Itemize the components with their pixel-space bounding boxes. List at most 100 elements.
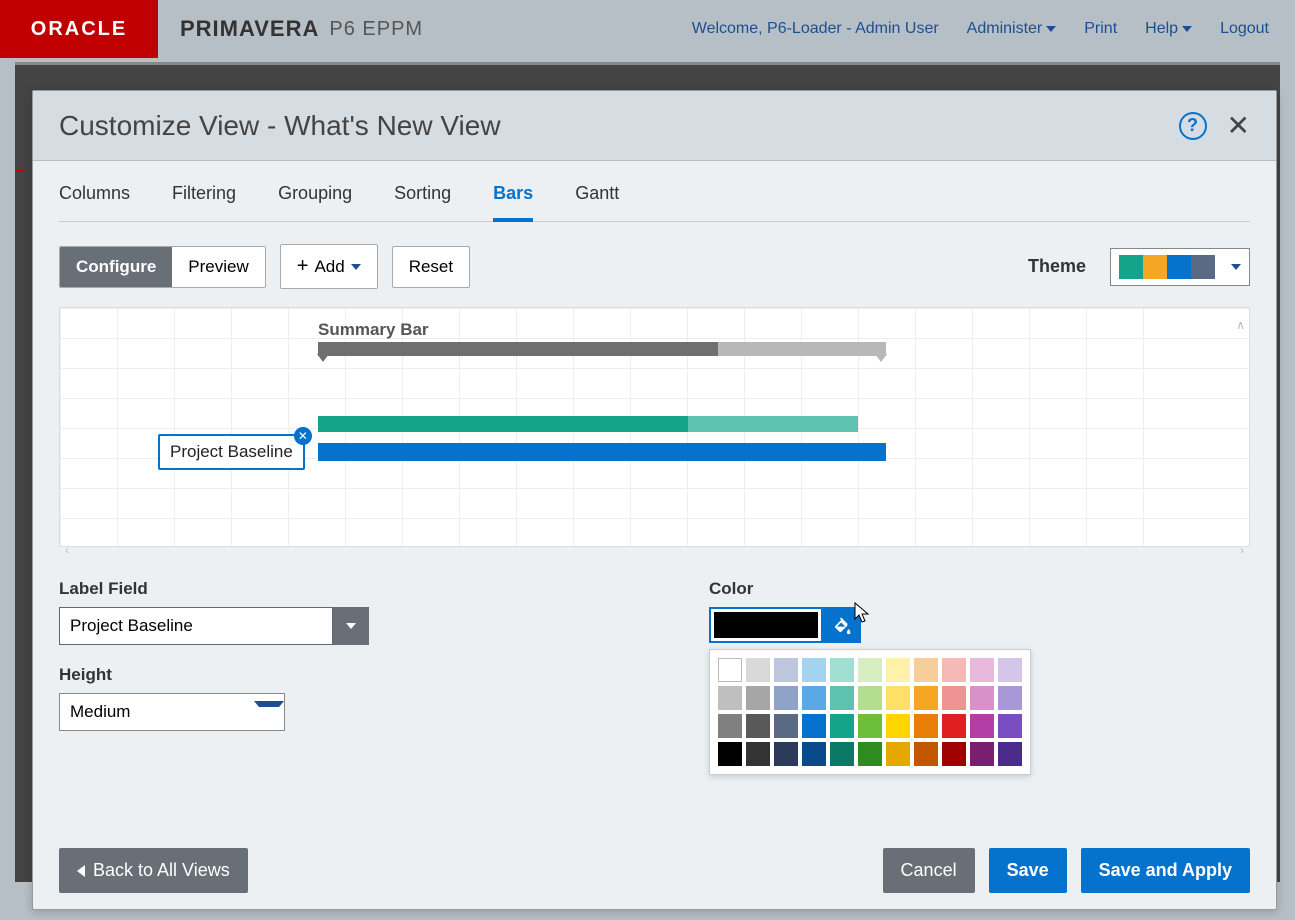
color-swatch[interactable] bbox=[830, 742, 854, 766]
color-swatch[interactable] bbox=[774, 714, 798, 738]
close-icon[interactable]: ✕ bbox=[1227, 109, 1250, 142]
accent-bar bbox=[15, 169, 23, 172]
tab-sorting[interactable]: Sorting bbox=[394, 183, 451, 221]
gantt-preview: Summary Bar Project Baseline ✕ ∧ bbox=[59, 307, 1250, 547]
bar-label-chip[interactable]: Project Baseline ✕ bbox=[158, 434, 305, 470]
theme-swatch-2 bbox=[1143, 255, 1167, 279]
brand-sub: P6 EPPM bbox=[329, 18, 423, 41]
baseline-bar[interactable] bbox=[318, 443, 886, 461]
save-and-apply-button[interactable]: Save and Apply bbox=[1081, 848, 1250, 893]
color-swatch[interactable] bbox=[886, 686, 910, 710]
color-picker-button[interactable] bbox=[823, 607, 861, 643]
color-swatch[interactable] bbox=[746, 714, 770, 738]
print-link[interactable]: Print bbox=[1084, 20, 1117, 38]
scroll-left-icon[interactable]: ‹ bbox=[65, 543, 69, 557]
scroll-up-icon[interactable]: ∧ bbox=[1236, 318, 1245, 332]
color-swatch[interactable] bbox=[914, 714, 938, 738]
color-swatch[interactable] bbox=[858, 658, 882, 682]
color-label: Color bbox=[709, 579, 1031, 599]
color-swatch[interactable] bbox=[774, 742, 798, 766]
help-icon[interactable]: ? bbox=[1179, 112, 1207, 140]
color-swatch[interactable] bbox=[914, 658, 938, 682]
tab-gantt[interactable]: Gantt bbox=[575, 183, 619, 221]
color-swatch[interactable] bbox=[774, 686, 798, 710]
color-swatch[interactable] bbox=[914, 742, 938, 766]
color-swatch[interactable] bbox=[802, 658, 826, 682]
color-swatch[interactable] bbox=[998, 686, 1022, 710]
color-swatch[interactable] bbox=[886, 658, 910, 682]
color-swatch[interactable] bbox=[942, 742, 966, 766]
color-swatch[interactable] bbox=[718, 658, 742, 682]
global-header: ORACLE PRIMAVERA P6 EPPM Welcome, P6-Loa… bbox=[0, 0, 1295, 58]
summary-bar[interactable] bbox=[318, 342, 886, 356]
label-field-dropdown-button[interactable] bbox=[333, 607, 369, 645]
color-swatch[interactable] bbox=[718, 714, 742, 738]
header-right: Welcome, P6-Loader - Admin User Administ… bbox=[692, 0, 1295, 58]
configure-button[interactable]: Configure bbox=[60, 247, 172, 287]
tab-bars[interactable]: Bars bbox=[493, 183, 533, 222]
color-swatch[interactable] bbox=[858, 714, 882, 738]
modal-body: Columns Filtering Grouping Sorting Bars … bbox=[33, 161, 1276, 797]
reset-button[interactable]: Reset bbox=[392, 246, 470, 288]
add-button[interactable]: + Add bbox=[280, 244, 378, 289]
caret-down-icon bbox=[351, 264, 361, 270]
color-swatch[interactable] bbox=[970, 714, 994, 738]
tab-columns[interactable]: Columns bbox=[59, 183, 130, 221]
color-swatch[interactable] bbox=[774, 658, 798, 682]
theme-selector[interactable] bbox=[1110, 248, 1250, 286]
help-link[interactable]: Help bbox=[1145, 20, 1192, 38]
summary-bar-label: Summary Bar bbox=[318, 320, 429, 340]
administer-link[interactable]: Administer bbox=[967, 20, 1057, 38]
height-value: Medium bbox=[60, 694, 254, 730]
color-swatch[interactable] bbox=[718, 742, 742, 766]
brand-area: PRIMAVERA P6 EPPM bbox=[158, 0, 423, 58]
cancel-button[interactable]: Cancel bbox=[883, 848, 975, 893]
color-swatch[interactable] bbox=[802, 742, 826, 766]
color-current-swatch bbox=[714, 612, 818, 638]
color-swatch[interactable] bbox=[858, 686, 882, 710]
color-swatch[interactable] bbox=[942, 714, 966, 738]
color-swatch[interactable] bbox=[914, 686, 938, 710]
color-swatch[interactable] bbox=[802, 714, 826, 738]
color-swatch[interactable] bbox=[998, 658, 1022, 682]
color-swatch[interactable] bbox=[942, 686, 966, 710]
color-swatch[interactable] bbox=[830, 686, 854, 710]
color-swatch[interactable] bbox=[802, 686, 826, 710]
back-to-views-button[interactable]: Back to All Views bbox=[59, 848, 248, 893]
caret-down-icon bbox=[254, 701, 284, 723]
horizontal-scroll-track[interactable]: ‹ › bbox=[59, 547, 1250, 557]
color-swatch[interactable] bbox=[830, 714, 854, 738]
color-swatch[interactable] bbox=[746, 658, 770, 682]
height-dropdown-button[interactable] bbox=[254, 694, 284, 730]
color-current-display bbox=[709, 607, 823, 643]
logout-link[interactable]: Logout bbox=[1220, 20, 1269, 38]
color-swatch[interactable] bbox=[830, 658, 854, 682]
color-swatch[interactable] bbox=[746, 742, 770, 766]
tab-filtering[interactable]: Filtering bbox=[172, 183, 236, 221]
preview-button[interactable]: Preview bbox=[172, 247, 264, 287]
color-swatch[interactable] bbox=[970, 658, 994, 682]
color-swatch[interactable] bbox=[858, 742, 882, 766]
height-select[interactable]: Medium bbox=[59, 693, 285, 731]
color-swatch[interactable] bbox=[970, 686, 994, 710]
chip-close-icon[interactable]: ✕ bbox=[294, 427, 312, 445]
color-swatch[interactable] bbox=[998, 742, 1022, 766]
paint-bucket-icon bbox=[832, 615, 852, 635]
chevron-left-icon bbox=[77, 865, 85, 877]
customize-view-modal: Customize View - What's New View ? ✕ Col… bbox=[32, 90, 1277, 910]
height-label: Height bbox=[59, 665, 369, 685]
color-swatch[interactable] bbox=[970, 742, 994, 766]
label-field-value: Project Baseline bbox=[59, 607, 333, 645]
color-swatch[interactable] bbox=[746, 686, 770, 710]
tab-grouping[interactable]: Grouping bbox=[278, 183, 352, 221]
caret-down-icon bbox=[1046, 26, 1056, 32]
color-swatch[interactable] bbox=[942, 658, 966, 682]
activity-bar[interactable] bbox=[318, 416, 858, 432]
save-button[interactable]: Save bbox=[989, 848, 1067, 893]
color-swatch[interactable] bbox=[886, 742, 910, 766]
color-swatch[interactable] bbox=[886, 714, 910, 738]
color-swatch[interactable] bbox=[998, 714, 1022, 738]
scroll-right-icon[interactable]: › bbox=[1240, 543, 1244, 557]
label-field-select[interactable]: Project Baseline bbox=[59, 607, 369, 645]
color-swatch[interactable] bbox=[718, 686, 742, 710]
